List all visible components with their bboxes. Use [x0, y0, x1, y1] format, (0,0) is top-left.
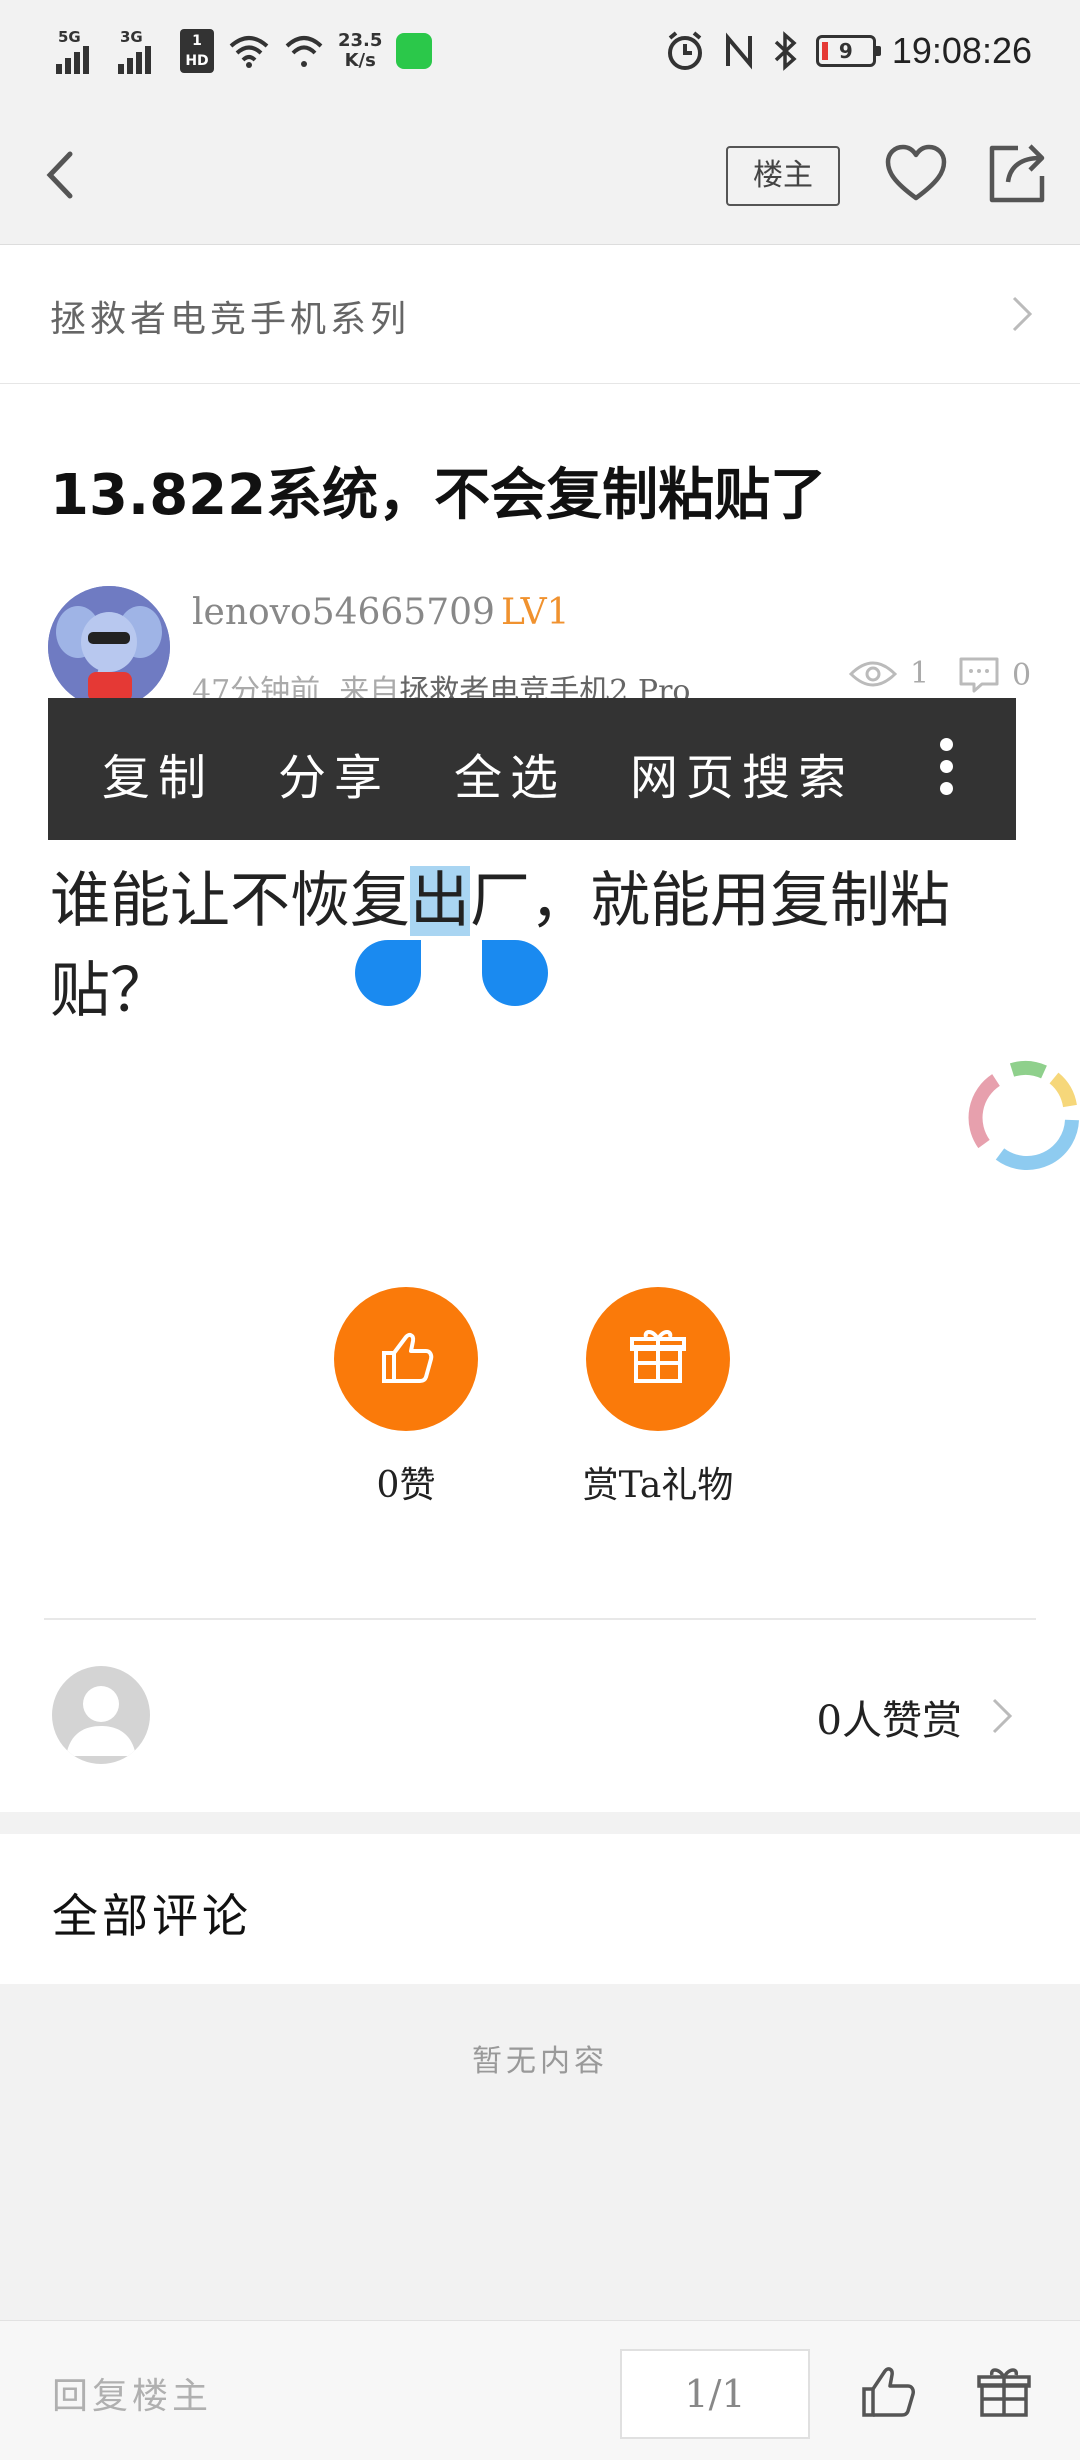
gift-button[interactable]	[586, 1287, 730, 1431]
author-level: LV1	[500, 592, 570, 633]
menu-share[interactable]: 分享	[278, 738, 390, 808]
cellular-signal-2-icon: 3G	[118, 28, 166, 74]
menu-web-search[interactable]: 网页搜索	[630, 738, 854, 808]
alarm-icon	[667, 31, 702, 70]
cellular-signal-icon: 5G	[56, 28, 104, 74]
battery-level: 9	[838, 39, 853, 63]
section-gap	[0, 1812, 1080, 1834]
forum-link-row[interactable]: 拯救者电竞手机系列	[0, 246, 1080, 384]
clock: 19:08:26	[891, 30, 1032, 71]
chevron-right-icon	[992, 1698, 1013, 1734]
like-count-label: 0赞	[376, 1465, 436, 1506]
forum-name: 拯救者电竞手机系列	[50, 299, 411, 340]
gift-label: 赏Ta礼物	[582, 1465, 734, 1506]
gift-icon	[630, 1330, 686, 1383]
back-arrow-icon[interactable]	[28, 140, 98, 210]
menu-copy[interactable]: 复制	[102, 738, 214, 808]
comment-count: 0	[958, 656, 1031, 694]
thumbs-up-icon[interactable]	[860, 2365, 916, 2421]
wifi-icon	[229, 36, 269, 68]
menu-select-all[interactable]: 全选	[454, 738, 566, 808]
thumbs-up-icon	[382, 1332, 434, 1383]
comments-empty-area: 暂无内容	[0, 1984, 1080, 2320]
reply-input[interactable]: 回复楼主	[52, 2367, 212, 2419]
loading-spinner-icon	[968, 1061, 1079, 1170]
hd-badge-bottom: HD	[185, 53, 209, 69]
status-bar: 5G 3G 1 HD 23.5 K/s 9 19:08:26	[0, 0, 1080, 110]
signal-1-label: 5G	[58, 28, 81, 46]
hd-badge-top: 1	[192, 33, 202, 49]
reward-count: 0人赞赏	[816, 1698, 962, 1744]
author-line: lenovo54665709 LV1	[192, 592, 569, 633]
wifi-2-icon	[285, 36, 323, 67]
comment-count-value: 0	[1012, 657, 1032, 693]
eye-icon	[848, 661, 898, 686]
speed-value: 23.5	[338, 30, 383, 51]
elephant-avatar-icon	[48, 586, 170, 708]
view-count: 1	[848, 656, 929, 691]
wechat-notification-icon	[396, 33, 433, 69]
hd-voice-icon: 1 HD	[180, 29, 214, 73]
network-speed: 23.5 K/s	[338, 31, 382, 71]
favorite-heart-icon[interactable]	[882, 140, 950, 208]
battery-icon: 9	[815, 35, 881, 67]
more-options-icon[interactable]	[936, 738, 956, 798]
default-user-icon	[66, 1686, 136, 1756]
comments-header: 全部评论	[52, 1889, 252, 1943]
bluetooth-icon	[774, 31, 797, 71]
reward-row[interactable]: 0人赞赏	[0, 1620, 1080, 1810]
op-only-button[interactable]: 楼主	[726, 146, 840, 206]
top-nav-bar: 楼主	[0, 110, 1080, 245]
signal-2-label: 3G	[120, 28, 143, 46]
speed-unit: K/s	[344, 50, 376, 71]
post-title: 13.822系统，不会复制粘贴了	[50, 463, 827, 528]
comment-bubble-icon	[959, 657, 999, 693]
nfc-icon	[725, 32, 752, 70]
selected-text[interactable]: 出	[410, 866, 470, 936]
empty-comments-text: 暂无内容	[472, 2044, 608, 2079]
share-icon[interactable]	[982, 138, 1050, 208]
page-indicator[interactable]: 1/1	[620, 2349, 810, 2439]
author-name[interactable]: lenovo54665709	[192, 592, 495, 633]
author-avatar[interactable]	[48, 586, 170, 708]
bottom-bar: 回复楼主 1/1	[0, 2320, 1080, 2460]
gift-icon[interactable]	[976, 2363, 1032, 2419]
view-count-value: 1	[910, 656, 930, 691]
body-text-before: 谁能让不恢复	[50, 866, 410, 936]
selection-handle-left[interactable]	[355, 940, 421, 1006]
selection-handle-right[interactable]	[482, 940, 548, 1006]
like-button[interactable]	[334, 1287, 478, 1431]
rewarder-avatar-placeholder	[52, 1666, 150, 1764]
text-selection-menu: 复制 分享 全选 网页搜索	[48, 698, 1016, 840]
chevron-right-icon	[1012, 296, 1033, 332]
